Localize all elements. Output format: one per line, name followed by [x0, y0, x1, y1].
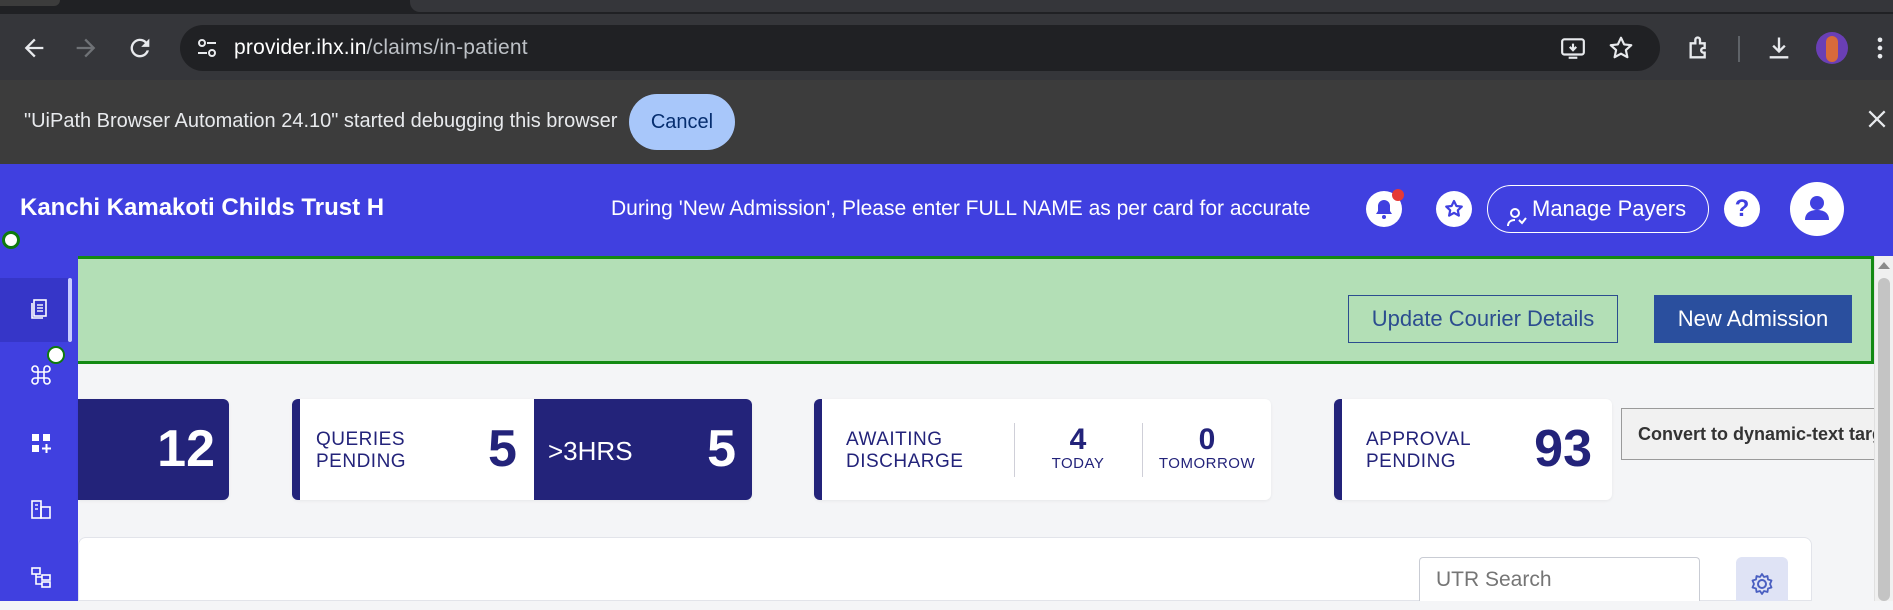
stat-label-line1: APPROVAL — [1366, 429, 1472, 450]
close-icon[interactable] — [1866, 108, 1890, 132]
install-app-icon[interactable] — [1560, 35, 1586, 66]
toolbar-divider — [1738, 36, 1740, 62]
over-3hrs-section[interactable]: >3HRS 5 — [534, 399, 752, 500]
selection-anchor-icon — [2, 231, 20, 249]
manage-payers-icon — [1506, 198, 1528, 244]
today-value: 4 — [1069, 423, 1087, 456]
sidebar-item-hospital[interactable] — [0, 478, 78, 542]
announcement-marquee: During 'New Admission', Please enter FUL… — [611, 197, 1311, 220]
tomorrow-label: TOMORROW — [1158, 455, 1256, 472]
sidebar — [0, 256, 78, 601]
stat-label-line1: QUERIES — [316, 429, 406, 450]
sidebar-item-command[interactable] — [0, 344, 78, 408]
widgets-icon — [32, 434, 51, 453]
notification-dot — [1392, 189, 1404, 201]
active-indicator — [68, 278, 72, 342]
tooltip: Convert to dynamic-text targe — [1621, 408, 1893, 460]
settings-button[interactable] — [1736, 557, 1788, 601]
today-label: TODAY — [1051, 455, 1105, 472]
bookmark-star-icon[interactable] — [1608, 35, 1634, 66]
stat-card-queries-pending[interactable]: QUERIES PENDING 5 >3HRS 5 — [292, 399, 752, 500]
user-avatar-icon[interactable] — [1790, 182, 1844, 236]
debugging-infobar: "UiPath Browser Automation 24.10" starte… — [0, 80, 1893, 164]
sidebar-item-hierarchy[interactable] — [0, 546, 78, 610]
stat-card-first[interactable]: 12 — [78, 399, 229, 500]
more-menu-icon[interactable] — [1874, 34, 1886, 67]
bell-icon[interactable] — [1366, 189, 1404, 227]
browser-tab-strip-background — [410, 0, 1893, 12]
browser-tab-left[interactable] — [0, 0, 60, 6]
gear-icon — [1751, 573, 1773, 595]
browser-toolbar: provider.ihx.in/claims/in-patient — [0, 14, 1893, 80]
sidebar-item-claims[interactable] — [0, 278, 72, 342]
new-admission-button[interactable]: New Admission — [1654, 295, 1852, 343]
help-icon[interactable]: ? — [1724, 191, 1760, 227]
manage-payers-label: Manage Payers — [1532, 196, 1687, 221]
update-courier-details-button[interactable]: Update Courier Details — [1348, 295, 1618, 343]
profile-avatar[interactable] — [1816, 32, 1848, 64]
stat-card-approval-pending[interactable]: APPROVAL PENDING 93 — [1334, 399, 1612, 500]
command-icon — [31, 365, 51, 385]
stat-value: 12 — [157, 420, 215, 478]
site-info-icon[interactable] — [196, 37, 218, 59]
stat-label-line1: AWAITING — [846, 429, 943, 450]
stat-value: 5 — [488, 420, 517, 478]
downloads-icon[interactable] — [1765, 34, 1793, 67]
scroll-up-arrow-icon[interactable] — [1878, 262, 1890, 269]
over-3hrs-value: 5 — [707, 420, 736, 478]
hospital-name: Kanchi Kamakoti Childs Trust H — [20, 194, 385, 221]
hierarchy-icon — [31, 567, 51, 588]
extensions-icon[interactable] — [1686, 34, 1714, 67]
url-host: provider.ihx.in — [234, 36, 367, 59]
app-header: Kanchi Kamakoti Childs Trust H During 'N… — [0, 164, 1893, 256]
url-path: /claims/in-patient — [366, 36, 528, 59]
url-text[interactable]: provider.ihx.in/claims/in-patient — [234, 36, 528, 60]
stat-value: 93 — [1534, 420, 1592, 478]
cancel-debugging-button[interactable]: Cancel — [629, 94, 735, 150]
stat-label-line2: PENDING — [1366, 451, 1457, 472]
debugging-message: "UiPath Browser Automation 24.10" starte… — [24, 110, 618, 132]
stat-label-line2: PENDING — [316, 451, 407, 472]
stat-card-awaiting-discharge[interactable]: AWAITING DISCHARGE 4 TODAY 0 TOMORROW — [814, 399, 1271, 500]
tomorrow-value: 0 — [1198, 423, 1216, 456]
selection-handle — [47, 346, 65, 364]
stat-label-line2: DISCHARGE — [846, 451, 964, 472]
utr-search-input[interactable] — [1419, 557, 1700, 601]
divider — [1142, 423, 1143, 477]
address-bar[interactable]: provider.ihx.in/claims/in-patient — [180, 25, 1660, 71]
browser-tab-strip — [0, 0, 1893, 14]
building-icon — [31, 500, 51, 519]
scrollbar-thumb[interactable] — [1878, 278, 1890, 601]
manage-payers-button[interactable]: Manage Payers — [1487, 185, 1709, 233]
sidebar-item-widgets[interactable] — [0, 412, 78, 476]
reload-icon[interactable] — [126, 34, 154, 62]
favorites-star-icon[interactable] — [1436, 191, 1472, 227]
back-icon[interactable] — [20, 34, 48, 62]
claims-document-icon — [31, 299, 47, 319]
forward-icon[interactable] — [72, 34, 100, 62]
divider — [1014, 423, 1015, 477]
over-3hrs-label: >3HRS — [548, 436, 633, 466]
